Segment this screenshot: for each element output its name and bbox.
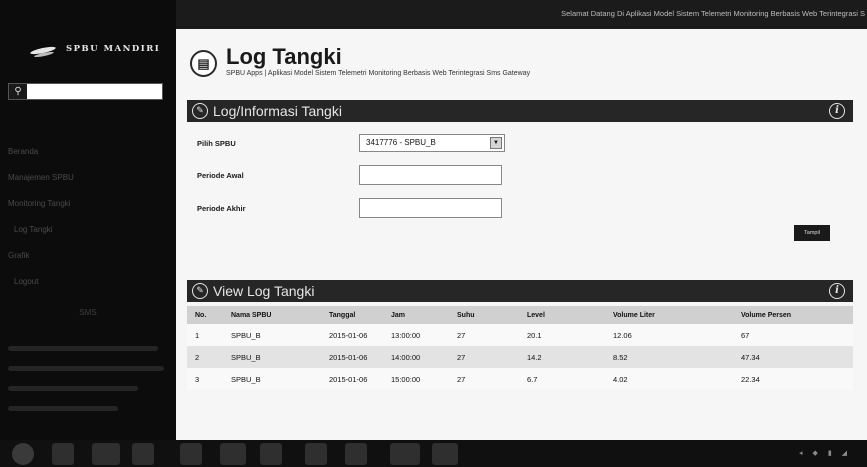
cell-suhu: 27 bbox=[449, 346, 519, 368]
chevron-down-icon[interactable]: ▼ bbox=[490, 137, 502, 149]
page-title: Log Tangki bbox=[226, 44, 342, 69]
cell-jam: 13:00:00 bbox=[383, 324, 449, 346]
cell-nama-spbu: SPBU_B bbox=[223, 324, 321, 346]
main-content: ▤ Log Tangki SPBU Apps | Aplikasi Model … bbox=[176, 29, 867, 440]
sidebar-footer-line bbox=[8, 346, 158, 351]
pilih-spbu-value: 3417776 - SPBU_B bbox=[366, 138, 436, 147]
cell-tanggal: 2015-01-06 bbox=[321, 346, 383, 368]
periode-akhir-input[interactable] bbox=[359, 198, 502, 218]
media-player-icon[interactable] bbox=[92, 443, 120, 465]
edit-icon: ✎ bbox=[192, 103, 208, 119]
cell-tanggal: 2015-01-06 bbox=[321, 368, 383, 390]
cell-volume-persen: 47.34 bbox=[733, 346, 853, 368]
periode-akhir-label: Periode Akhir bbox=[197, 204, 246, 213]
pilih-spbu-label: Pilih SPBU bbox=[197, 139, 236, 148]
app-icon[interactable] bbox=[180, 443, 202, 465]
sidebar-item-manajemen-spbu[interactable]: Manajemen SPBU bbox=[0, 165, 176, 191]
sidebar-footer-line bbox=[8, 366, 164, 371]
sidebar-item-logout[interactable]: Logout bbox=[0, 269, 176, 295]
sidebar-footer-heading: SMS bbox=[79, 308, 97, 317]
app-icon[interactable] bbox=[220, 443, 246, 465]
sidebar-item-beranda[interactable]: Beranda bbox=[0, 139, 176, 165]
app-icon[interactable] bbox=[132, 443, 154, 465]
app-icon[interactable] bbox=[260, 443, 282, 465]
cell-volume-persen: 22.34 bbox=[733, 368, 853, 390]
cell-nama-spbu: SPBU_B bbox=[223, 368, 321, 390]
view-panel-header: ✎ View Log Tangki i bbox=[187, 280, 853, 302]
cell-level: 20.1 bbox=[519, 324, 605, 346]
cell-volume-liter: 12.06 bbox=[605, 324, 733, 346]
column-header-volume-liter: Volume Liter bbox=[605, 306, 733, 324]
cell-jam: 14:00:00 bbox=[383, 346, 449, 368]
log-panel-title: Log/Informasi Tangki bbox=[213, 103, 342, 119]
periode-awal-input[interactable] bbox=[359, 165, 502, 185]
taskbar: ◂ ◆ ▮ ◢ bbox=[0, 440, 867, 467]
sidebar-item-grafik[interactable]: Grafik bbox=[0, 243, 176, 269]
brand-name: SPBU MANDIRI bbox=[66, 44, 161, 54]
sidebar-footer-line bbox=[8, 386, 138, 391]
app-icon[interactable] bbox=[390, 443, 420, 465]
brand[interactable]: SPBU MANDIRI bbox=[30, 38, 160, 60]
column-header-nama-spbu: Nama SPBU bbox=[223, 306, 321, 324]
log-table: No. Nama SPBU Tanggal Jam Suhu Level Vol… bbox=[187, 306, 853, 390]
sidebar-nav: Beranda Manajemen SPBU Monitoring Tangki… bbox=[0, 139, 176, 295]
search-icon[interactable]: ⚲ bbox=[9, 84, 27, 99]
cell-no: 1 bbox=[187, 324, 223, 346]
cell-volume-liter: 4.02 bbox=[605, 368, 733, 390]
top-bar: Selamat Datang Di Aplikasi Model Sistem … bbox=[176, 0, 867, 29]
sidebar: SPBU MANDIRI ⚲ Beranda Manajemen SPBU Mo… bbox=[0, 0, 176, 440]
periode-awal-label: Periode Awal bbox=[197, 171, 244, 180]
cell-no: 2 bbox=[187, 346, 223, 368]
cell-level: 14.2 bbox=[519, 346, 605, 368]
cell-suhu: 27 bbox=[449, 324, 519, 346]
sidebar-search: ⚲ bbox=[8, 83, 163, 100]
table-row: 1 SPBU_B 2015-01-06 13:00:00 27 20.1 12.… bbox=[187, 324, 853, 346]
column-header-suhu: Suhu bbox=[449, 306, 519, 324]
info-icon[interactable]: i bbox=[829, 283, 845, 299]
column-header-tanggal: Tanggal bbox=[321, 306, 383, 324]
column-header-volume-persen: Volume Persen bbox=[733, 306, 853, 324]
start-button[interactable] bbox=[12, 443, 34, 465]
column-header-no: No. bbox=[187, 306, 223, 324]
cell-tanggal: 2015-01-06 bbox=[321, 324, 383, 346]
cell-level: 6.7 bbox=[519, 368, 605, 390]
column-header-jam: Jam bbox=[383, 306, 449, 324]
cell-suhu: 27 bbox=[449, 368, 519, 390]
cell-volume-persen: 67 bbox=[733, 324, 853, 346]
sidebar-item-log-tangki[interactable]: Log Tangki bbox=[0, 217, 176, 243]
view-panel-title: View Log Tangki bbox=[213, 283, 315, 299]
page-subtitle: SPBU Apps | Aplikasi Model Sistem Teleme… bbox=[226, 70, 531, 77]
info-icon[interactable]: i bbox=[829, 103, 845, 119]
log-book-icon: ▤ bbox=[190, 50, 217, 77]
system-tray[interactable]: ◂ ◆ ▮ ◢ bbox=[799, 449, 851, 457]
cell-volume-liter: 8.52 bbox=[605, 346, 733, 368]
sidebar-item-monitoring-tangki[interactable]: Monitoring Tangki bbox=[0, 191, 176, 217]
pilih-spbu-select[interactable]: 3417776 - SPBU_B ▼ bbox=[359, 134, 505, 152]
file-explorer-icon[interactable] bbox=[52, 443, 74, 465]
cell-nama-spbu: SPBU_B bbox=[223, 346, 321, 368]
edit-icon: ✎ bbox=[192, 283, 208, 299]
cell-jam: 15:00:00 bbox=[383, 368, 449, 390]
log-panel-header: ✎ Log/Informasi Tangki i bbox=[187, 100, 853, 122]
app-icon[interactable] bbox=[432, 443, 458, 465]
app-icon[interactable] bbox=[345, 443, 367, 465]
app-icon[interactable] bbox=[305, 443, 327, 465]
table-row: 3 SPBU_B 2015-01-06 15:00:00 27 6.7 4.02… bbox=[187, 368, 853, 390]
table-row: 2 SPBU_B 2015-01-06 14:00:00 27 14.2 8.5… bbox=[187, 346, 853, 368]
sidebar-footer-line bbox=[8, 406, 118, 411]
search-input[interactable] bbox=[27, 84, 162, 99]
brand-logo-icon bbox=[30, 39, 56, 59]
tampil-button[interactable]: Tampil bbox=[794, 225, 830, 241]
welcome-text: Selamat Datang Di Aplikasi Model Sistem … bbox=[561, 9, 865, 18]
column-header-level: Level bbox=[519, 306, 605, 324]
table-header-row: No. Nama SPBU Tanggal Jam Suhu Level Vol… bbox=[187, 306, 853, 324]
cell-no: 3 bbox=[187, 368, 223, 390]
